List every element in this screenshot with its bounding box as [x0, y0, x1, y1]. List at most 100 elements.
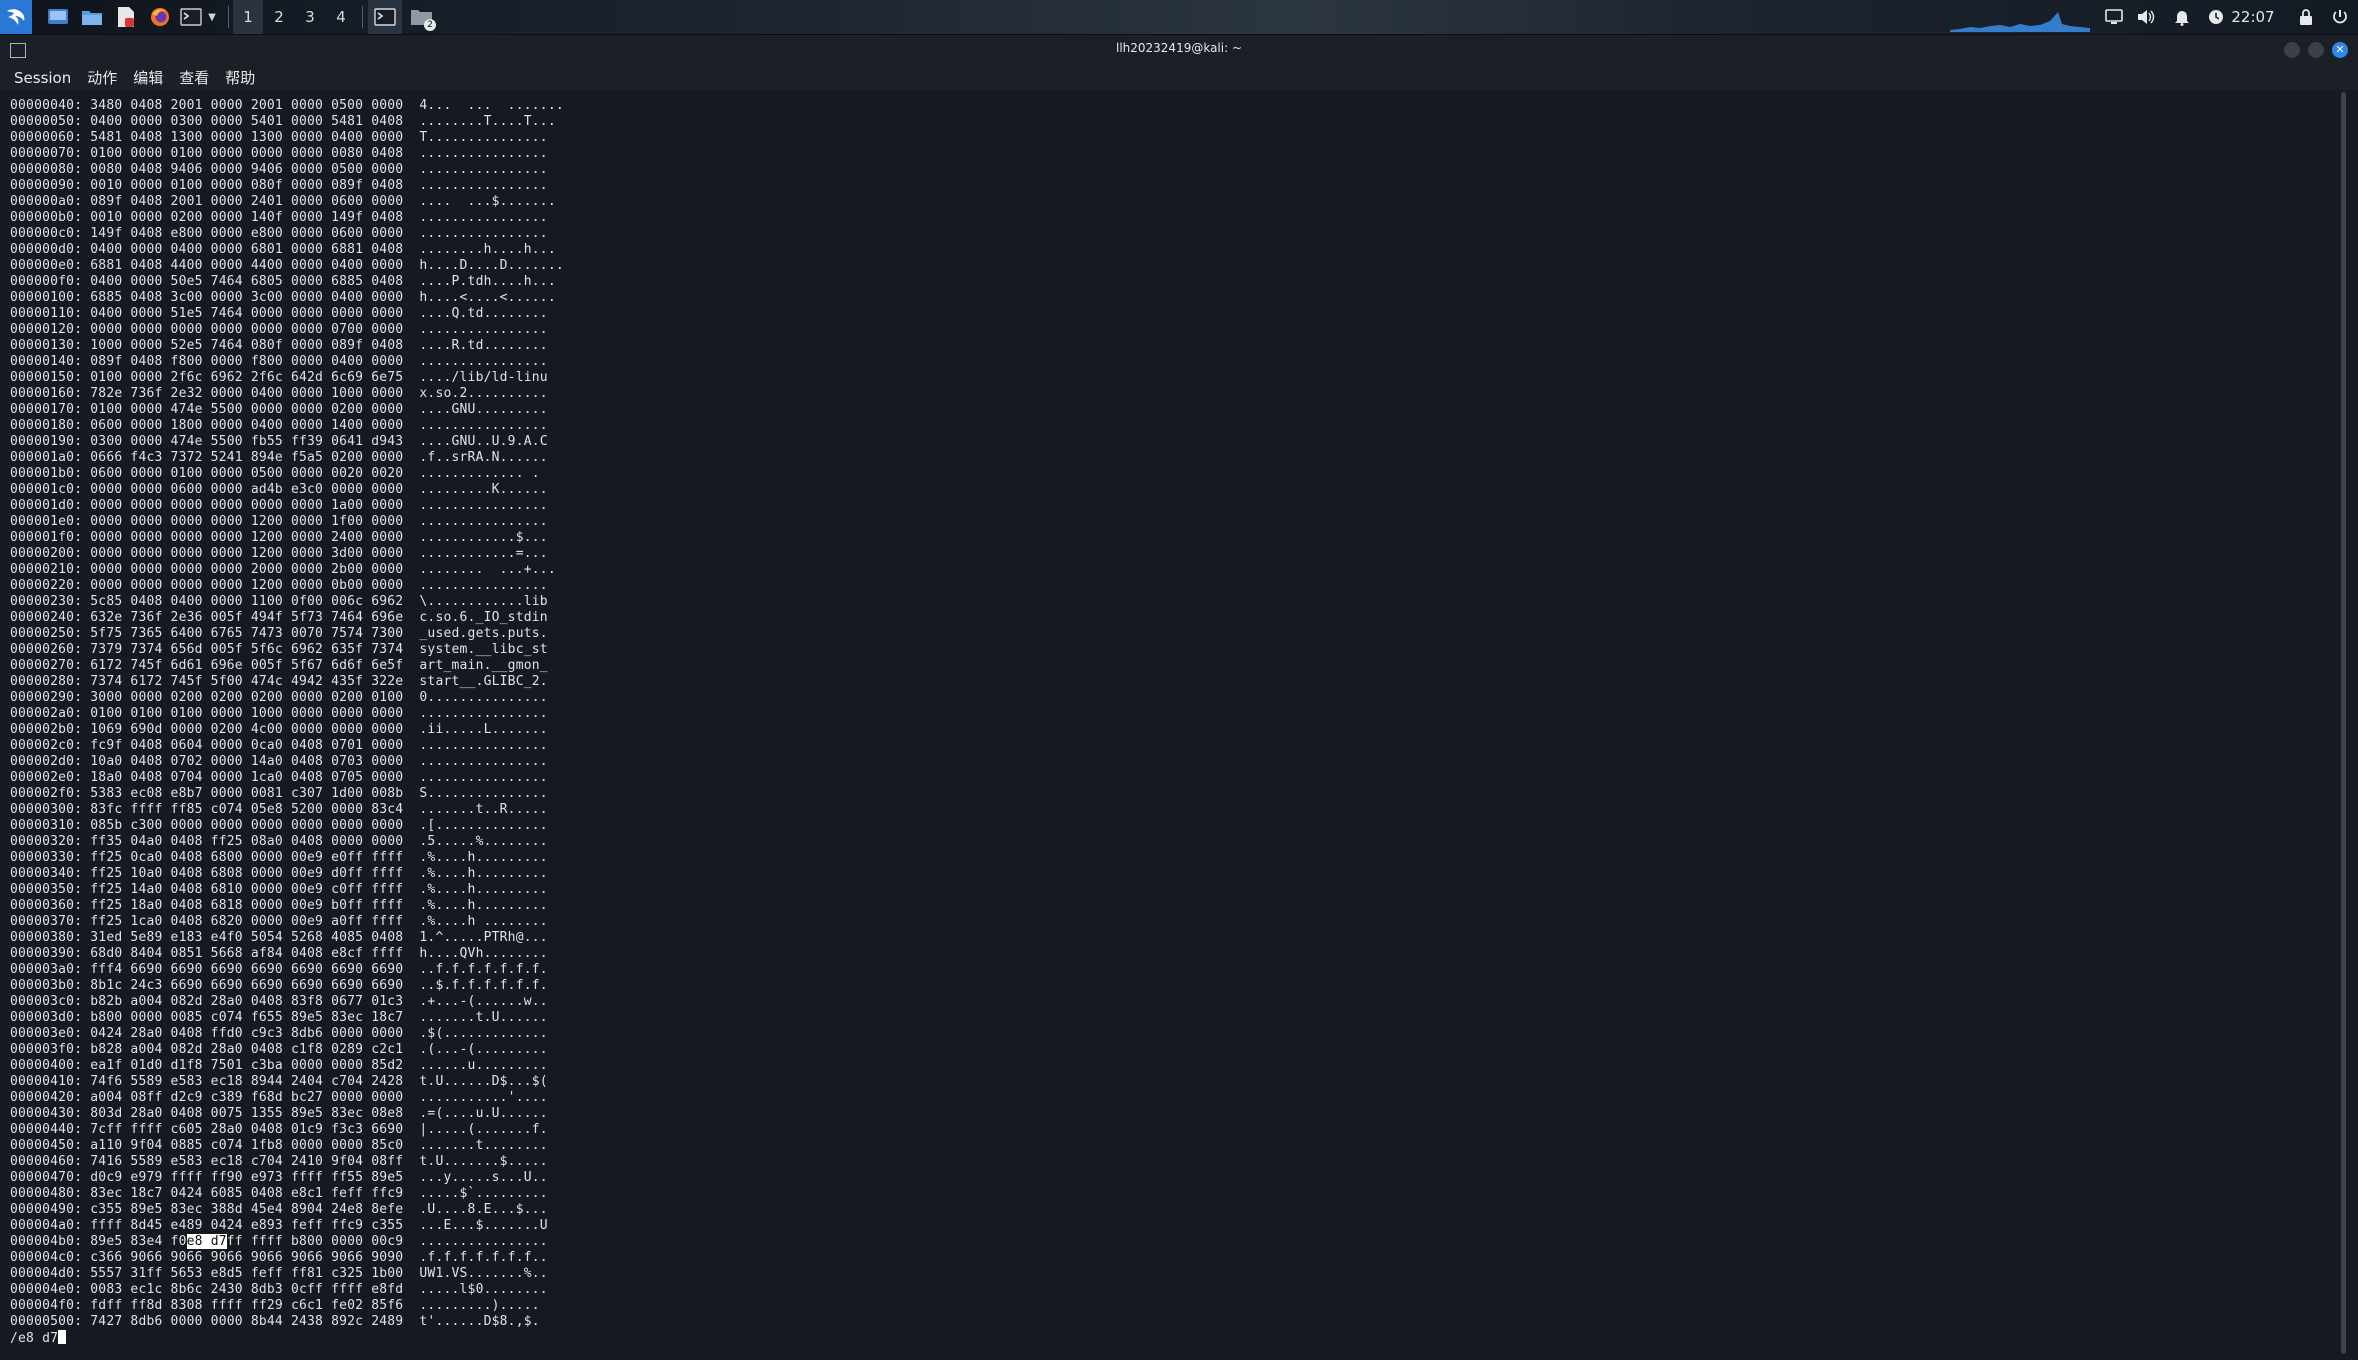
close-button[interactable]: ✕	[2332, 42, 2348, 58]
hex-bytes: 7cff ffff c605 28a0 0408 01c9 f3c3 6690	[90, 1122, 404, 1137]
hex-ascii: .=(....u.U......	[419, 1106, 548, 1121]
hex-offset: 00000110:	[10, 306, 83, 321]
hex-bytes: 18a0 0408 0704 0000 1ca0 0408 0705 0000	[90, 770, 404, 785]
hex-offset: 00000220:	[10, 578, 83, 593]
hex-offset: 000004e0:	[10, 1282, 83, 1297]
hex-offset: 00000080:	[10, 162, 83, 177]
hexdump-row: 00000330: ff25 0ca0 0408 6800 0000 00e9 …	[10, 850, 564, 866]
vim-command-line[interactable]: /e8 d7	[10, 1330, 564, 1346]
hex-bytes: fff4 6690 6690 6690 6690 6690 6690 6690	[90, 962, 404, 977]
hexdump-row: 000000c0: 149f 0408 e800 0000 e800 0000 …	[10, 226, 564, 242]
hex-offset: 00000340:	[10, 866, 83, 881]
terminal-content[interactable]: 00000040: 3480 0408 2001 0000 2001 0000 …	[0, 90, 2358, 1360]
workspace-2[interactable]: 2	[264, 0, 294, 34]
volume-icon[interactable]	[2132, 0, 2160, 34]
hexdump-row: 00000270: 6172 745f 6d61 696e 005f 5f67 …	[10, 658, 564, 674]
hexdump-row: 00000090: 0010 0000 0100 0000 080f 0000 …	[10, 178, 564, 194]
hexdump-row: 00000440: 7cff ffff c605 28a0 0408 01c9 …	[10, 1122, 564, 1138]
menu-view[interactable]: 查看	[179, 67, 209, 88]
hex-bytes: 089f 0408 f800 0000 f800 0000 0400 0000	[90, 354, 404, 369]
hex-offset: 000002c0:	[10, 738, 83, 753]
hex-offset: 00000230:	[10, 594, 83, 609]
menu-session[interactable]: Session	[14, 69, 71, 87]
taskbar-terminal-window[interactable]	[368, 0, 402, 34]
hex-ascii: ...........'....	[419, 1090, 548, 1105]
hex-offset: 000002b0:	[10, 722, 83, 737]
hex-bytes: 31ed 5e89 e183 e4f0 5054 5268 4085 0408	[90, 930, 404, 945]
hex-ascii: c.so.6._IO_stdin	[419, 610, 548, 625]
hex-bytes: 0083 ec1c 8b6c 2430 8db3 0cff ffff e8fd	[90, 1282, 404, 1297]
hex-offset: 00000200:	[10, 546, 83, 561]
terminal-scrollbar[interactable]	[2341, 92, 2346, 1354]
hexdump-row: 00000220: 0000 0000 0000 0000 1200 0000 …	[10, 578, 564, 594]
menu-edit[interactable]: 编辑	[133, 67, 163, 88]
firefox-launcher-icon[interactable]	[146, 0, 174, 34]
hex-bytes: 1069 690d 0000 0200 4c00 0000 0000 0000	[90, 722, 404, 737]
hex-ascii: .%....h.........	[419, 898, 548, 913]
hex-offset: 000001a0:	[10, 450, 83, 465]
display-icon[interactable]	[2100, 0, 2128, 34]
menu-actions[interactable]: 动作	[87, 67, 117, 88]
hex-offset: 00000430:	[10, 1106, 83, 1121]
hex-bytes: ff35 04a0 0408 ff25 08a0 0408 0000 0000	[90, 834, 404, 849]
hex-bytes: 7374 6172 745f 5f00 474c 4942 435f 322e	[90, 674, 404, 689]
lock-screen-icon[interactable]	[2292, 0, 2320, 34]
hex-bytes: 0000 0000 0600 0000 ad4b e3c0 0000 0000	[90, 482, 404, 497]
hex-offset: 00000320:	[10, 834, 83, 849]
file-manager-launcher-icon[interactable]	[78, 0, 106, 34]
hex-offset: 00000370:	[10, 914, 83, 929]
text-editor-launcher-icon[interactable]	[112, 0, 140, 34]
hex-offset: 000004d0:	[10, 1266, 83, 1281]
hex-bytes: ff ffff b800 0000 00c9	[226, 1234, 404, 1249]
hexdump-row: 00000340: ff25 10a0 0408 6808 0000 00e9 …	[10, 866, 564, 882]
hex-bytes: 5557 31ff 5653 e8d5 feff ff81 c325 1b00	[90, 1266, 404, 1281]
show-desktop-icon[interactable]	[44, 0, 72, 34]
hex-offset: 00000210:	[10, 562, 83, 577]
hex-offset: 000003f0:	[10, 1042, 83, 1057]
minimize-button[interactable]	[2284, 42, 2300, 58]
hex-ascii: .......t..R.....	[419, 802, 548, 817]
hex-ascii: ........h....h...	[419, 242, 556, 257]
hex-bytes: 0000 0000 0000 0000 2000 0000 2b00 0000	[90, 562, 404, 577]
hex-bytes: 0000 0000 0000 0000 1200 0000 3d00 0000	[90, 546, 404, 561]
hex-offset: 000000c0:	[10, 226, 83, 241]
hex-bytes: ea1f 01d0 d1f8 7501 c3ba 0000 0000 85d2	[90, 1058, 404, 1073]
hexdump-row: 00000470: d0c9 e979 ffff ff90 e973 ffff …	[10, 1170, 564, 1186]
workspace-3[interactable]: 3	[295, 0, 325, 34]
hexdump-row: 000002d0: 10a0 0408 0702 0000 14a0 0408 …	[10, 754, 564, 770]
text-cursor	[58, 1330, 67, 1344]
hex-offset: 00000300:	[10, 802, 83, 817]
logout-icon[interactable]	[2326, 0, 2354, 34]
hex-bytes: 6172 745f 6d61 696e 005f 5f67 6d6f 6e5f	[90, 658, 404, 673]
hex-ascii: .ii.....L.......	[419, 722, 548, 737]
hex-ascii: ....P.tdh....h...	[419, 274, 556, 289]
hex-offset: 000003d0:	[10, 1010, 83, 1025]
hex-offset: 00000150:	[10, 370, 83, 385]
taskbar-file-manager-window[interactable]: 2	[406, 0, 438, 34]
search-command: /e8 d7	[10, 1331, 59, 1346]
workspace-1[interactable]: 1	[233, 0, 263, 34]
hexdump-row: 000001a0: 0666 f4c3 7372 5241 894e f5a5 …	[10, 450, 564, 466]
chevron-down-icon[interactable]: ▼	[204, 0, 220, 34]
hex-ascii: 0...............	[419, 690, 548, 705]
notifications-bell-icon[interactable]	[2168, 0, 2196, 34]
hex-bytes: 3480 0408 2001 0000 2001 0000 0500 0000	[90, 98, 404, 113]
maximize-button[interactable]	[2308, 42, 2324, 58]
hex-bytes: 83fc ffff ff85 c074 05e8 5200 0000 83c4	[90, 802, 404, 817]
hex-ascii: t'......D$8.,$.	[419, 1314, 540, 1329]
menu-help[interactable]: 帮助	[225, 67, 255, 88]
hex-offset: 00000060:	[10, 130, 83, 145]
hex-bytes: 3000 0000 0200 0200 0200 0000 0200 0100	[90, 690, 404, 705]
hex-offset: 00000140:	[10, 354, 83, 369]
workspace-4[interactable]: 4	[326, 0, 356, 34]
hex-offset: 000000b0:	[10, 210, 83, 225]
hexdump-row: 00000390: 68d0 8404 0851 5668 af84 0408 …	[10, 946, 564, 962]
hex-ascii: .(...-(.........	[419, 1042, 548, 1057]
terminal-launcher-icon[interactable]	[178, 0, 204, 34]
hexdump-row: 000001b0: 0600 0000 0100 0000 0500 0000 …	[10, 466, 564, 482]
hexdump-row: 000000a0: 089f 0408 2001 0000 2401 0000 …	[10, 194, 564, 210]
hexdump-row: 00000210: 0000 0000 0000 0000 2000 0000 …	[10, 562, 564, 578]
panel-clock[interactable]: 22:07	[2228, 0, 2278, 34]
kali-menu-button[interactable]	[0, 0, 32, 34]
window-titlebar[interactable]: llh20232419@kali: ~ ✕	[0, 35, 2358, 65]
